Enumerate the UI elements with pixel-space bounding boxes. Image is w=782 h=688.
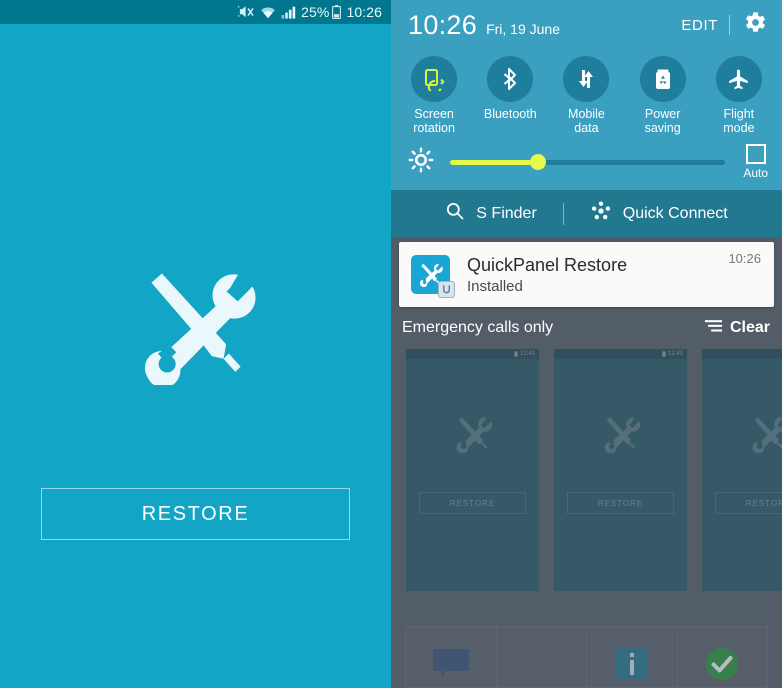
thumbnail-restore-button[interactable]: RESTORE [567,492,674,514]
app-main-content: RESTORE [0,24,391,688]
battery-icon [662,351,666,357]
toggle-label: Screen [414,107,454,121]
clear-lines-icon [704,319,723,338]
thumbnail-time: 12:43 [519,351,535,357]
auto-brightness-checkbox[interactable] [745,144,766,164]
notification-time: 10:26 [728,251,761,266]
restore-button[interactable]: RESTORE [41,488,350,540]
toggle-label: Power [644,107,681,121]
slider-handle[interactable] [530,154,547,170]
header-divider [729,15,730,35]
gear-icon[interactable] [741,9,768,41]
thumbnail-restore-button[interactable]: RESTORE [419,492,526,514]
screen-rotation-icon[interactable] [411,56,458,102]
s-finder-label: S Finder [476,204,537,222]
thumbnail-item[interactable]: 12:43 RESTORE [554,349,687,591]
dual-screenshot-container: 25% 10:26 RESTORE 10:26 Fri, 19 June EDI… [0,0,782,688]
clear-label: Clear [729,319,770,336]
bluetooth-icon[interactable] [487,56,534,102]
tools-wrench-screwdriver-icon [144,273,255,385]
quick-connect-hub-icon [590,200,612,227]
brightness-slider[interactable] [450,154,726,170]
thumbnail-status-bar: 12:43 [554,349,687,359]
app-store-badge-icon [438,281,455,298]
thumbnail-time: 12:43 [667,351,683,357]
notification-title: QuickPanel Restore [467,254,628,275]
mute-icon [238,5,255,19]
background-action-bar [391,618,782,688]
check-circle-icon[interactable] [678,627,768,687]
toggle-label: Bluetooth [483,107,537,121]
toggle-flight-mode[interactable]: Flight mode [703,56,775,135]
s-finder-button[interactable]: S Finder [445,201,537,226]
toggle-label: Flight [723,107,755,121]
tools-wrench-screwdriver-icon [411,255,455,298]
quick-panel-date: Fri, 19 June [486,20,561,37]
quick-panel-header: 10:26 Fri, 19 June EDIT [391,0,782,50]
toggle-label-2: saving [644,121,681,135]
carrier-status-row: Emergency calls only Clear [391,313,782,343]
edit-button[interactable]: EDIT [681,17,718,34]
signal-icon [281,6,296,19]
thumbnail-status-bar: 12:43 [702,349,782,359]
toggle-label-2: mode [723,121,755,135]
notification-area: SHARE [391,237,782,688]
carrier-label: Emergency calls only [402,319,554,336]
quick-settings-panel: 10:26 Fri, 19 June EDIT Screen rotation … [391,0,782,190]
clear-button[interactable]: Clear [704,319,770,338]
auto-brightness-label: Auto [743,166,768,180]
status-bar: 25% 10:26 [0,0,391,24]
toggle-label-2: data [574,121,599,135]
thumbnail-status-bar: 12:43 [406,349,539,359]
quick-panel-clock: 10:26 [408,9,478,40]
slider-fill [450,159,539,165]
comment-bubble-icon[interactable] [406,627,497,687]
status-bar-clock: 10:26 [346,4,382,20]
toggle-mobile-data[interactable]: Mobile data [550,56,622,135]
brightness-sun-icon [408,147,434,178]
thumbnail-restore-button[interactable]: RESTORE [715,492,782,514]
toggle-label-2: rotation [413,121,455,135]
power-saving-icon[interactable] [639,56,686,102]
toggle-power-saving[interactable]: Power saving [627,56,699,135]
notification-subtitle: Installed [467,277,523,295]
quick-connect-button[interactable]: Quick Connect [590,200,728,227]
search-row: S Finder Quick Connect [391,190,782,237]
battery-icon [332,5,342,19]
battery-percent-label: 25% [301,4,330,20]
thumbnail-row: 12:43 RESTORE 12:43 RESTORE RESTO [391,349,782,591]
thumbnail-item[interactable]: 12:43 RESTORE [702,349,782,591]
toggle-bluetooth[interactable]: Bluetooth [474,56,546,135]
tools-wrench-screwdriver-icon [456,417,492,453]
wifi-icon [260,6,276,19]
quick-toggle-row: Screen rotation Bluetooth Mobile data Po… [391,50,782,139]
flight-mode-icon[interactable] [715,56,762,102]
heart-icon[interactable] [497,627,587,687]
battery-icon [514,351,518,357]
thumbnail-item[interactable]: 12:43 RESTORE [406,349,539,591]
search-row-divider [562,202,564,225]
left-phone-screen: 25% 10:26 RESTORE [0,0,391,688]
toggle-label: Mobile [568,107,605,121]
toggle-screen-rotation[interactable]: Screen rotation [398,56,470,135]
right-phone-screen: 10:26 Fri, 19 June EDIT Screen rotation … [391,0,782,688]
brightness-row: Auto [391,139,782,190]
auto-brightness-toggle[interactable]: Auto [743,144,768,180]
tools-wrench-screwdriver-icon [604,417,640,453]
quick-connect-label: Quick Connect [622,204,728,222]
tools-wrench-screwdriver-icon [752,417,782,453]
search-icon [445,201,465,226]
info-square-icon[interactable] [587,627,678,687]
notification-card[interactable]: QuickPanel Restore Installed 10:26 [399,242,774,307]
mobile-data-icon[interactable] [563,56,610,102]
